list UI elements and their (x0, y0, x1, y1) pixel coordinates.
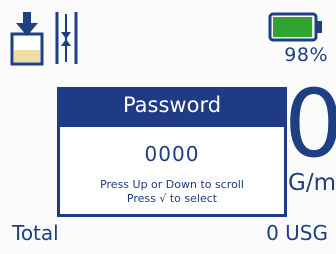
dialog-title: Password (122, 93, 222, 117)
rate-unit: G/m (288, 170, 336, 196)
rate-value: 0 (284, 70, 336, 179)
dialog-body: 0000 Press Up or Down to scroll Press √ … (60, 127, 284, 214)
hint-scroll: Press Up or Down to scroll (100, 178, 244, 191)
password-dialog: Password 0000 Press Up or Down to scroll… (57, 87, 287, 217)
password-field[interactable]: 0000 (60, 142, 284, 166)
battery-percent: 98% (284, 44, 328, 66)
valve-icon (55, 12, 78, 64)
total-label: Total (12, 221, 59, 245)
hint-select: Press √ to select (126, 192, 218, 205)
tank-fill-icon (10, 12, 44, 66)
device-screen: 98% 0 G/m Password 0000 Press Up or Down… (0, 0, 336, 254)
total-value: 0 USG (266, 221, 328, 245)
battery-icon (268, 12, 322, 42)
